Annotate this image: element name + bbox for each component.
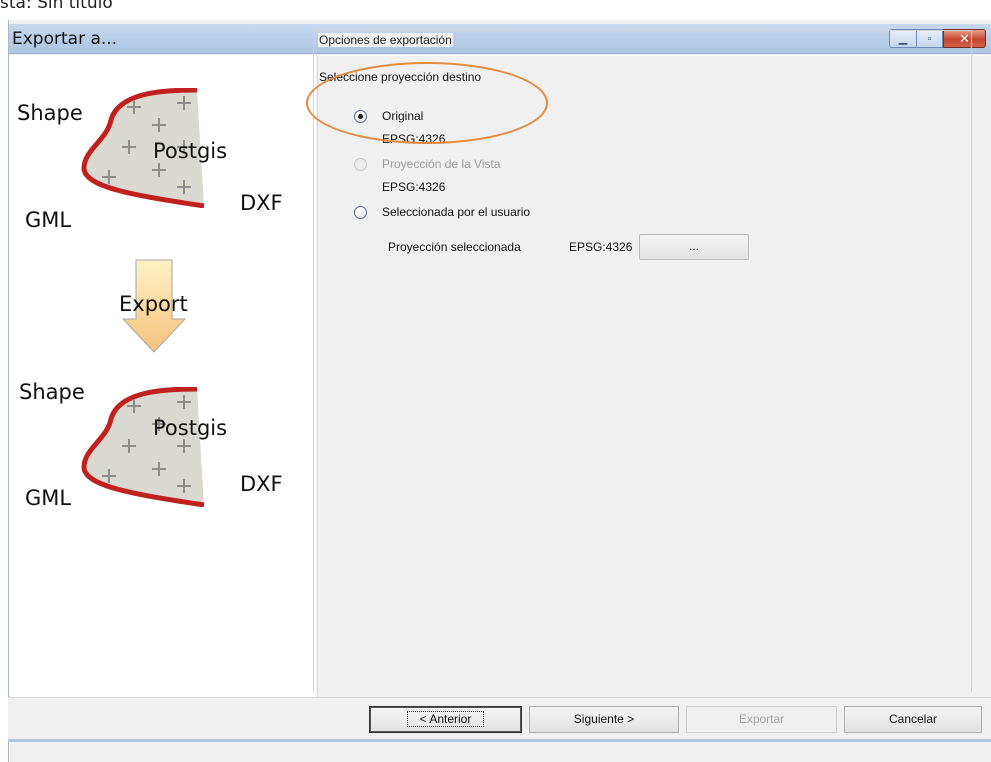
- browse-projection-button[interactable]: ...: [639, 234, 749, 260]
- radio-view-projection[interactable]: [354, 158, 367, 171]
- previous-button-label: < Anterior: [406, 711, 485, 727]
- view-epsg-code: EPSG:4326: [382, 180, 446, 194]
- window-bottom-border: [8, 739, 991, 742]
- export-illustration-panel: Shape Postgis GML DXF Export Shape Postg…: [9, 55, 316, 717]
- gml-format-label: GML: [25, 208, 72, 232]
- projection-highlight-ellipse: [306, 62, 548, 144]
- next-button[interactable]: Siguiente >: [529, 706, 679, 733]
- previous-button[interactable]: < Anterior: [369, 706, 522, 733]
- gml-format-label: GML: [25, 486, 72, 510]
- cancel-button[interactable]: Cancelar: [844, 706, 982, 733]
- radio-user-selected-label[interactable]: Seleccionada por el usuario: [382, 205, 530, 219]
- dxf-format-label: DXF: [240, 472, 283, 496]
- shape-format-label: Shape: [19, 380, 85, 404]
- export-button[interactable]: Exportar: [686, 706, 837, 733]
- export-arrow-label: Export: [119, 292, 188, 316]
- radio-user-selected[interactable]: [354, 206, 367, 219]
- postgis-format-label: Postgis: [153, 139, 228, 163]
- bottom-vector-shape-icon: [81, 387, 205, 507]
- background-window-title: sta: Sin título: [0, 0, 991, 20]
- wizard-footer: < Anterior Siguiente > Exportar Cancelar: [8, 697, 991, 742]
- export-options-group-title: Opciones de exportación: [318, 33, 453, 47]
- dxf-format-label: DXF: [240, 191, 283, 215]
- dialog-title: Exportar a...: [12, 29, 118, 49]
- postgis-format-label: Postgis: [153, 416, 228, 440]
- shape-format-label: Shape: [17, 101, 83, 125]
- radio-view-projection-label[interactable]: Proyección de la Vista: [382, 157, 501, 171]
- background-window-title-text: sta: Sin título: [0, 0, 113, 13]
- selected-projection-label: Proyección seleccionada: [388, 240, 521, 254]
- selected-projection-value: EPSG:4326: [569, 240, 633, 254]
